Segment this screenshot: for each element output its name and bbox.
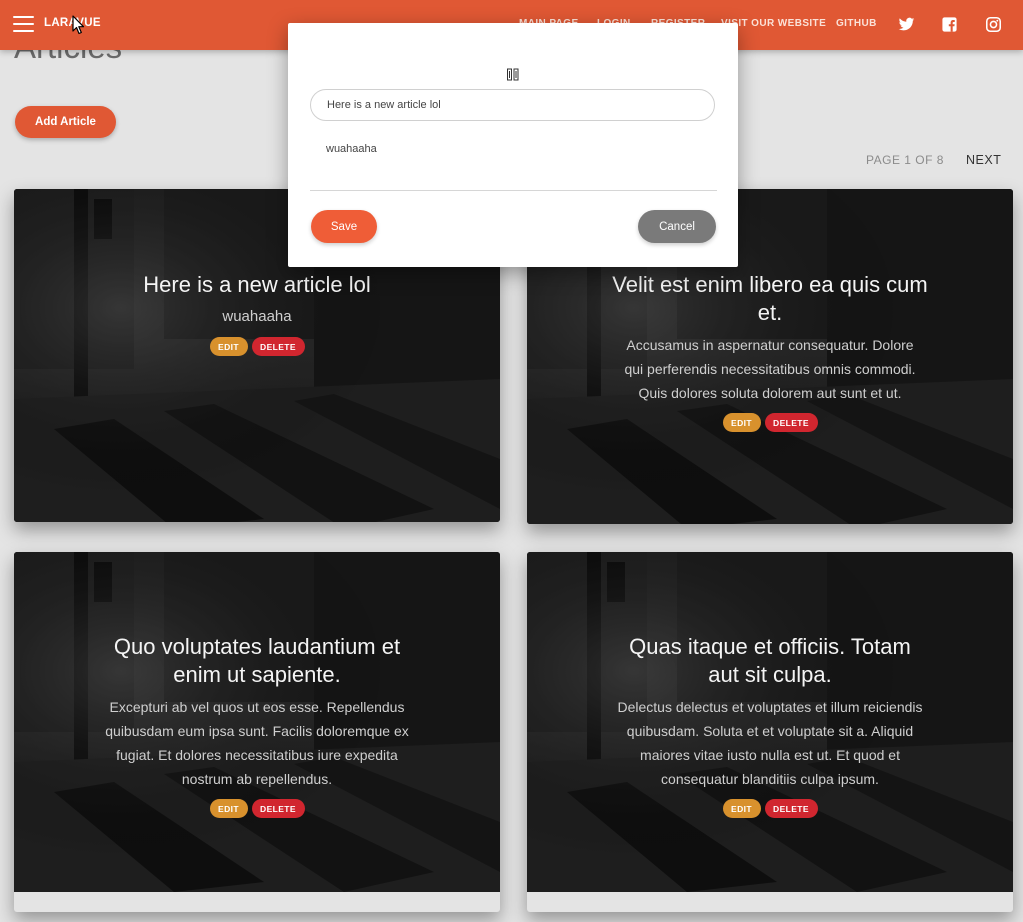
pagination-next-link[interactable]: NEXT bbox=[966, 153, 1001, 167]
article-title: Velit est enim libero ea quis cum et. bbox=[612, 272, 928, 325]
article-title: Quo voluptates laudantium et enim ut sap… bbox=[113, 634, 401, 687]
article-body-input[interactable]: wuahaaha bbox=[310, 139, 717, 191]
article-title-input[interactable] bbox=[310, 89, 715, 121]
edit-button[interactable]: EDIT bbox=[722, 413, 761, 432]
edit-button[interactable]: EDIT bbox=[209, 337, 248, 356]
article-body: Delectus delectus et voluptates et illum… bbox=[617, 699, 923, 787]
article-card: Quas itaque et officiis. Totam aut sit c… bbox=[527, 552, 1013, 912]
delete-button[interactable]: DELETE bbox=[764, 413, 818, 432]
instagram-icon[interactable] bbox=[985, 16, 1002, 33]
nav-link-github[interactable]: GITHUB bbox=[836, 18, 877, 29]
delete-button[interactable]: DELETE bbox=[251, 799, 305, 818]
edit-button[interactable]: EDIT bbox=[722, 799, 761, 818]
article-title: Here is a new article lol bbox=[143, 272, 371, 297]
article-body: wuahaaha bbox=[222, 308, 292, 325]
article-body: Excepturi ab vel quos ut eos esse. Repel… bbox=[105, 699, 409, 787]
delete-button[interactable]: DELETE bbox=[251, 337, 305, 356]
pagination-info: PAGE 1 OF 8 bbox=[866, 153, 944, 167]
twitter-icon[interactable] bbox=[898, 16, 915, 33]
article-title: Quas itaque et officiis. Totam aut sit c… bbox=[629, 634, 911, 687]
resize-icon bbox=[507, 68, 519, 81]
facebook-icon[interactable] bbox=[941, 16, 958, 33]
article-body: Accusamus in aspernatur consequatur. Dol… bbox=[624, 337, 916, 401]
save-button[interactable]: Save bbox=[311, 210, 377, 243]
mouse-cursor-icon bbox=[72, 15, 85, 35]
edit-article-modal: wuahaaha Save Cancel bbox=[288, 23, 738, 267]
edit-button[interactable]: EDIT bbox=[209, 799, 248, 818]
add-article-button[interactable]: Add Article bbox=[15, 106, 116, 138]
delete-button[interactable]: DELETE bbox=[764, 799, 818, 818]
article-card: Quo voluptates laudantium et enim ut sap… bbox=[14, 552, 500, 912]
cancel-button[interactable]: Cancel bbox=[638, 210, 716, 243]
menu-icon[interactable] bbox=[13, 15, 34, 32]
